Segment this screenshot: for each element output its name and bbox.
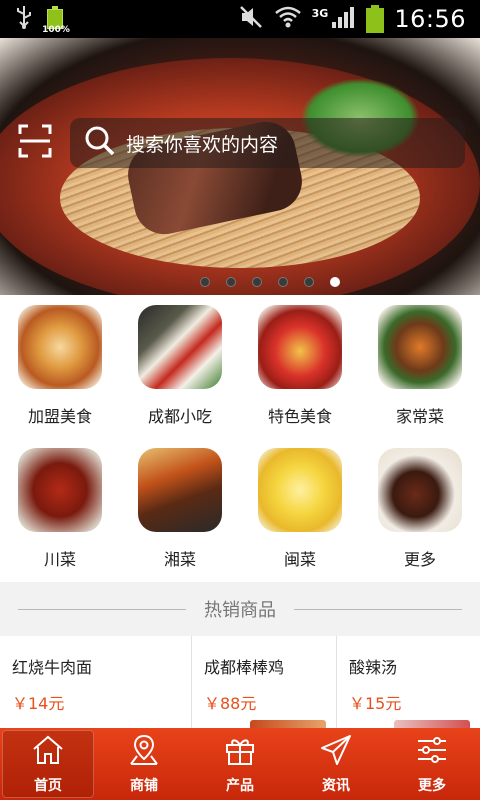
bottom-nav: 首页 商铺 产品 资讯 更多 <box>0 728 480 800</box>
hot-product-list: 红烧牛肉面 ￥14元 成都棒棒鸡 ￥88元 酸辣汤 ￥15元 <box>0 636 480 728</box>
category-sichuan[interactable]: 川菜 <box>0 438 120 581</box>
hero-banner[interactable]: 搜索你喜欢的内容 <box>0 38 480 295</box>
category-label: 家常菜 <box>395 407 444 426</box>
nav-more[interactable]: 更多 <box>384 728 480 800</box>
product-price: ￥14元 <box>12 694 65 713</box>
divider <box>294 608 462 610</box>
product-name: 酸辣汤 <box>349 658 398 677</box>
hot-section-header: 热销商品 <box>0 582 480 636</box>
nav-label: 商铺 <box>130 778 158 794</box>
category-hunan[interactable]: 湘菜 <box>120 438 240 581</box>
usb-icon <box>14 4 34 34</box>
nav-label: 首页 <box>34 778 62 794</box>
product-card[interactable]: 红烧牛肉面 ￥14元 <box>0 636 192 728</box>
category-thumbnail <box>18 448 102 532</box>
nav-home[interactable]: 首页 <box>2 730 94 798</box>
carousel-dot[interactable] <box>304 277 314 287</box>
search-placeholder: 搜索你喜欢的内容 <box>126 133 279 156</box>
nav-label: 产品 <box>226 778 254 794</box>
signal-icon <box>330 4 356 34</box>
category-thumbnail <box>18 305 102 389</box>
clock: 16:56 <box>394 5 466 33</box>
send-icon <box>319 733 353 771</box>
search-input[interactable]: 搜索你喜欢的内容 <box>70 118 465 168</box>
category-thumbnail <box>258 448 342 532</box>
battery-notification-icon: 100% <box>42 6 70 35</box>
wifi-icon <box>274 4 302 34</box>
product-price: ￥15元 <box>349 694 402 713</box>
category-thumbnail <box>378 305 462 389</box>
category-label: 成都小吃 <box>147 407 212 426</box>
search-icon <box>84 125 116 161</box>
map-pin-icon <box>127 733 161 771</box>
category-label: 川菜 <box>43 550 76 569</box>
scan-icon[interactable] <box>18 124 52 158</box>
divider <box>18 608 186 610</box>
carousel-dot[interactable] <box>226 277 236 287</box>
nav-news[interactable]: 资讯 <box>288 728 384 800</box>
product-name: 红烧牛肉面 <box>12 658 93 677</box>
category-thumbnail <box>258 305 342 389</box>
product-name: 成都棒棒鸡 <box>204 658 285 677</box>
carousel-dot[interactable] <box>200 277 210 287</box>
battery-percent-label: 100% <box>42 25 70 35</box>
mute-icon <box>238 4 264 34</box>
status-bar: 100% 3G 16:56 <box>0 0 480 38</box>
sliders-icon <box>415 733 449 771</box>
carousel-dot[interactable] <box>278 277 288 287</box>
nav-label: 更多 <box>418 778 446 794</box>
network-type-label: 3G <box>311 6 329 20</box>
category-thumbnail <box>138 305 222 389</box>
category-more[interactable]: 更多 <box>360 438 480 581</box>
nav-shops[interactable]: 商铺 <box>96 728 192 800</box>
category-label: 湘菜 <box>163 550 196 569</box>
carousel-dot-active[interactable] <box>330 277 340 287</box>
product-price: ￥88元 <box>204 694 257 713</box>
category-franchise-food[interactable]: 加盟美食 <box>0 295 120 438</box>
category-home-cooking[interactable]: 家常菜 <box>360 295 480 438</box>
nav-products[interactable]: 产品 <box>192 728 288 800</box>
nav-label: 资讯 <box>322 778 350 794</box>
product-card[interactable]: 酸辣汤 ￥15元 <box>337 636 480 728</box>
carousel-indicator <box>0 277 480 287</box>
product-image <box>394 720 470 728</box>
carousel-dot[interactable] <box>252 277 262 287</box>
category-label: 加盟美食 <box>27 407 92 426</box>
category-thumbnail <box>138 448 222 532</box>
gift-icon <box>223 733 257 771</box>
category-fujian[interactable]: 闽菜 <box>240 438 360 581</box>
category-grid: 加盟美食 成都小吃 特色美食 家常菜 川菜 湘菜 闽菜 更多 <box>0 295 480 582</box>
category-specialty-food[interactable]: 特色美食 <box>240 295 360 438</box>
category-chengdu-snacks[interactable]: 成都小吃 <box>120 295 240 438</box>
category-thumbnail <box>378 448 462 532</box>
battery-icon <box>366 5 385 33</box>
product-image <box>250 720 326 728</box>
category-label: 特色美食 <box>267 407 332 426</box>
category-label: 更多 <box>403 550 436 569</box>
category-label: 闽菜 <box>283 550 316 569</box>
home-icon <box>31 733 65 771</box>
section-title: 热销商品 <box>204 600 276 621</box>
product-card[interactable]: 成都棒棒鸡 ￥88元 <box>192 636 337 728</box>
